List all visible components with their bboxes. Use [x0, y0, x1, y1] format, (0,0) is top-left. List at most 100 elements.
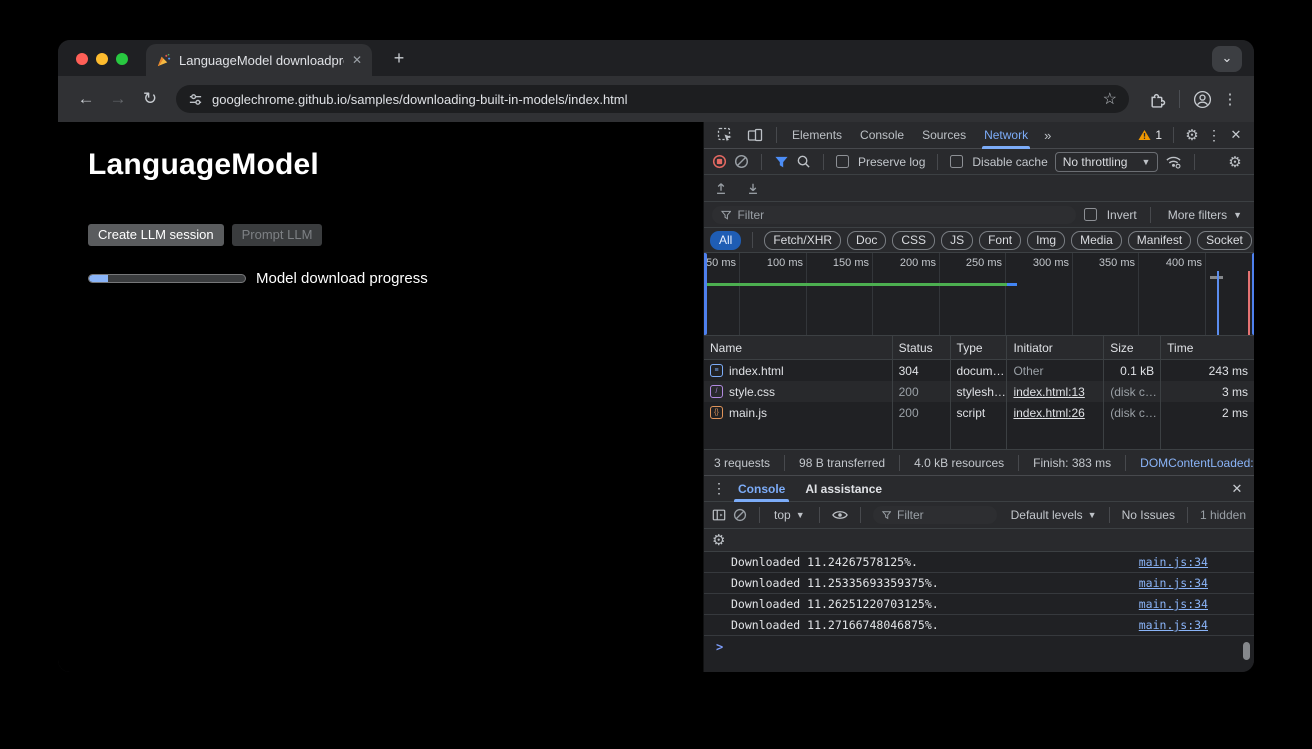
chip-fetch-xhr[interactable]: Fetch/XHR	[764, 231, 841, 250]
chip-img[interactable]: Img	[1027, 231, 1065, 250]
browser-tab[interactable]: LanguageModel downloadpro ✕	[146, 44, 372, 76]
more-filters-button[interactable]: More filters ▼	[1164, 208, 1246, 222]
console-filter-input[interactable]	[897, 508, 988, 522]
network-settings-icon[interactable]: ⚙	[1224, 153, 1246, 171]
minimize-window-button[interactable]	[96, 53, 108, 65]
tab-search-button[interactable]: ⌄	[1212, 46, 1242, 72]
record-network-log-icon[interactable]	[712, 154, 727, 169]
chip-manifest[interactable]: Manifest	[1128, 231, 1191, 250]
devtools-close-icon[interactable]: ✕	[1225, 127, 1247, 143]
create-llm-session-button[interactable]: Create LLM session	[88, 224, 224, 246]
inspect-element-icon[interactable]	[711, 127, 739, 143]
devtools-menu-icon[interactable]: ⋮	[1205, 127, 1223, 144]
console-sidebar-icon[interactable]	[712, 508, 726, 522]
clear-network-log-icon[interactable]	[734, 154, 749, 169]
drawer-tab-ai-assistance[interactable]: AI assistance	[795, 476, 892, 502]
context-selector[interactable]: top ▼	[772, 508, 807, 522]
bookmark-star-icon[interactable]: ☆	[1103, 89, 1117, 109]
column-header-initiator[interactable]: Initiator	[1007, 336, 1104, 359]
log-levels-select[interactable]: Default levels ▼	[1011, 508, 1097, 522]
drawer-close-icon[interactable]: ✕	[1226, 481, 1248, 497]
initiator-link[interactable]: index.html:26	[1013, 406, 1084, 420]
maximize-window-button[interactable]	[116, 53, 128, 65]
more-panels-icon[interactable]: »	[1038, 128, 1057, 143]
chip-media[interactable]: Media	[1071, 231, 1122, 250]
overview-right-handle[interactable]	[1252, 253, 1254, 335]
filter-toggle-icon[interactable]	[774, 155, 789, 169]
preserve-log-checkbox[interactable]	[836, 155, 849, 168]
divider	[1173, 127, 1174, 143]
network-conditions-icon[interactable]	[1165, 155, 1182, 169]
network-filter-field[interactable]	[712, 206, 1076, 224]
new-tab-button[interactable]: +	[386, 46, 412, 72]
network-overview-timeline[interactable]: 50 ms 100 ms 150 ms 200 ms 250 ms 300 ms…	[704, 253, 1254, 336]
tab-network[interactable]: Network	[976, 122, 1036, 149]
console-source-link[interactable]: main.js:34	[1139, 555, 1208, 569]
chip-js[interactable]: JS	[941, 231, 973, 250]
import-har-icon[interactable]	[714, 181, 728, 196]
forward-button[interactable]: →	[104, 89, 132, 109]
console-filter-field[interactable]	[873, 506, 997, 524]
tick-label: 300 ms	[1013, 257, 1069, 269]
drawer-tab-console[interactable]: Console	[728, 476, 795, 502]
progress-label: Model download progress	[256, 270, 428, 287]
console-source-link[interactable]: main.js:34	[1139, 576, 1208, 590]
export-har-icon[interactable]	[746, 181, 760, 196]
back-button[interactable]: ←	[72, 89, 100, 109]
column-header-time[interactable]: Time	[1161, 336, 1254, 359]
warning-badge[interactable]: 1	[1134, 128, 1166, 142]
column-header-name[interactable]: Name	[704, 336, 893, 359]
column-header-size[interactable]: Size	[1104, 336, 1161, 359]
network-filter-input[interactable]	[737, 208, 1066, 222]
search-icon[interactable]	[796, 154, 811, 169]
live-expression-eye-icon[interactable]	[832, 509, 848, 521]
divider	[776, 127, 777, 143]
issues-counter[interactable]: No Issues	[1122, 508, 1175, 522]
site-settings-icon[interactable]	[188, 92, 203, 107]
tab-close-icon[interactable]: ✕	[352, 53, 362, 67]
column-header-type[interactable]: Type	[951, 336, 1008, 359]
console-source-link[interactable]: main.js:34	[1139, 618, 1208, 632]
invert-checkbox[interactable]	[1084, 208, 1097, 221]
close-window-button[interactable]	[76, 53, 88, 65]
address-bar[interactable]: ☆	[176, 85, 1129, 113]
chip-doc[interactable]: Doc	[847, 231, 886, 250]
scrollbar-thumb[interactable]	[1243, 642, 1250, 660]
console-source-link[interactable]: main.js:34	[1139, 597, 1208, 611]
drawer-menu-icon[interactable]: ⋮	[710, 480, 728, 497]
chip-socket[interactable]: Socket	[1197, 231, 1252, 250]
table-row[interactable]: {}main.js 200 script index.html:26 (disk…	[704, 402, 1254, 423]
devtools-settings-icon[interactable]: ⚙	[1181, 126, 1203, 144]
tick-label: 150 ms	[813, 257, 869, 269]
extensions-icon[interactable]	[1143, 91, 1171, 108]
device-toolbar-icon[interactable]	[741, 127, 769, 143]
summary-domcontentloaded: DOMContentLoaded: 38	[1140, 456, 1254, 470]
tab-sources[interactable]: Sources	[914, 122, 974, 149]
disable-cache-checkbox[interactable]	[950, 155, 963, 168]
column-header-status[interactable]: Status	[893, 336, 951, 359]
divider	[1125, 455, 1126, 471]
chip-css[interactable]: CSS	[892, 231, 935, 250]
browser-menu-icon[interactable]: ⋮	[1220, 90, 1240, 108]
url-input[interactable]	[212, 92, 1094, 107]
tab-elements[interactable]: Elements	[784, 122, 850, 149]
table-row[interactable]: /style.css 200 stylesh… index.html:13 (d…	[704, 381, 1254, 402]
prompt-llm-button[interactable]: Prompt LLM	[232, 224, 323, 246]
request-size: (disk c…	[1104, 402, 1161, 423]
tick-label: 50 ms	[704, 257, 736, 269]
tab-console[interactable]: Console	[852, 122, 912, 149]
table-row[interactable]: ≡index.html 304 docum… Other 0.1 kB 243 …	[704, 360, 1254, 381]
hidden-messages-count[interactable]: 1 hidden	[1200, 508, 1246, 522]
overview-left-handle[interactable]	[704, 253, 707, 335]
tick-label: 100 ms	[747, 257, 803, 269]
profile-avatar-icon[interactable]	[1188, 90, 1216, 109]
initiator-link[interactable]: index.html:13	[1013, 385, 1084, 399]
domcontentloaded-marker	[1217, 271, 1219, 335]
clear-console-icon[interactable]	[733, 508, 747, 522]
chip-font[interactable]: Font	[979, 231, 1021, 250]
console-prompt[interactable]: >	[704, 636, 1254, 658]
reload-button[interactable]: ↻	[136, 89, 164, 109]
console-settings-icon[interactable]: ⚙	[712, 531, 725, 549]
chip-all[interactable]: All	[710, 231, 741, 250]
throttling-select[interactable]: No throttling ▼	[1055, 152, 1159, 172]
